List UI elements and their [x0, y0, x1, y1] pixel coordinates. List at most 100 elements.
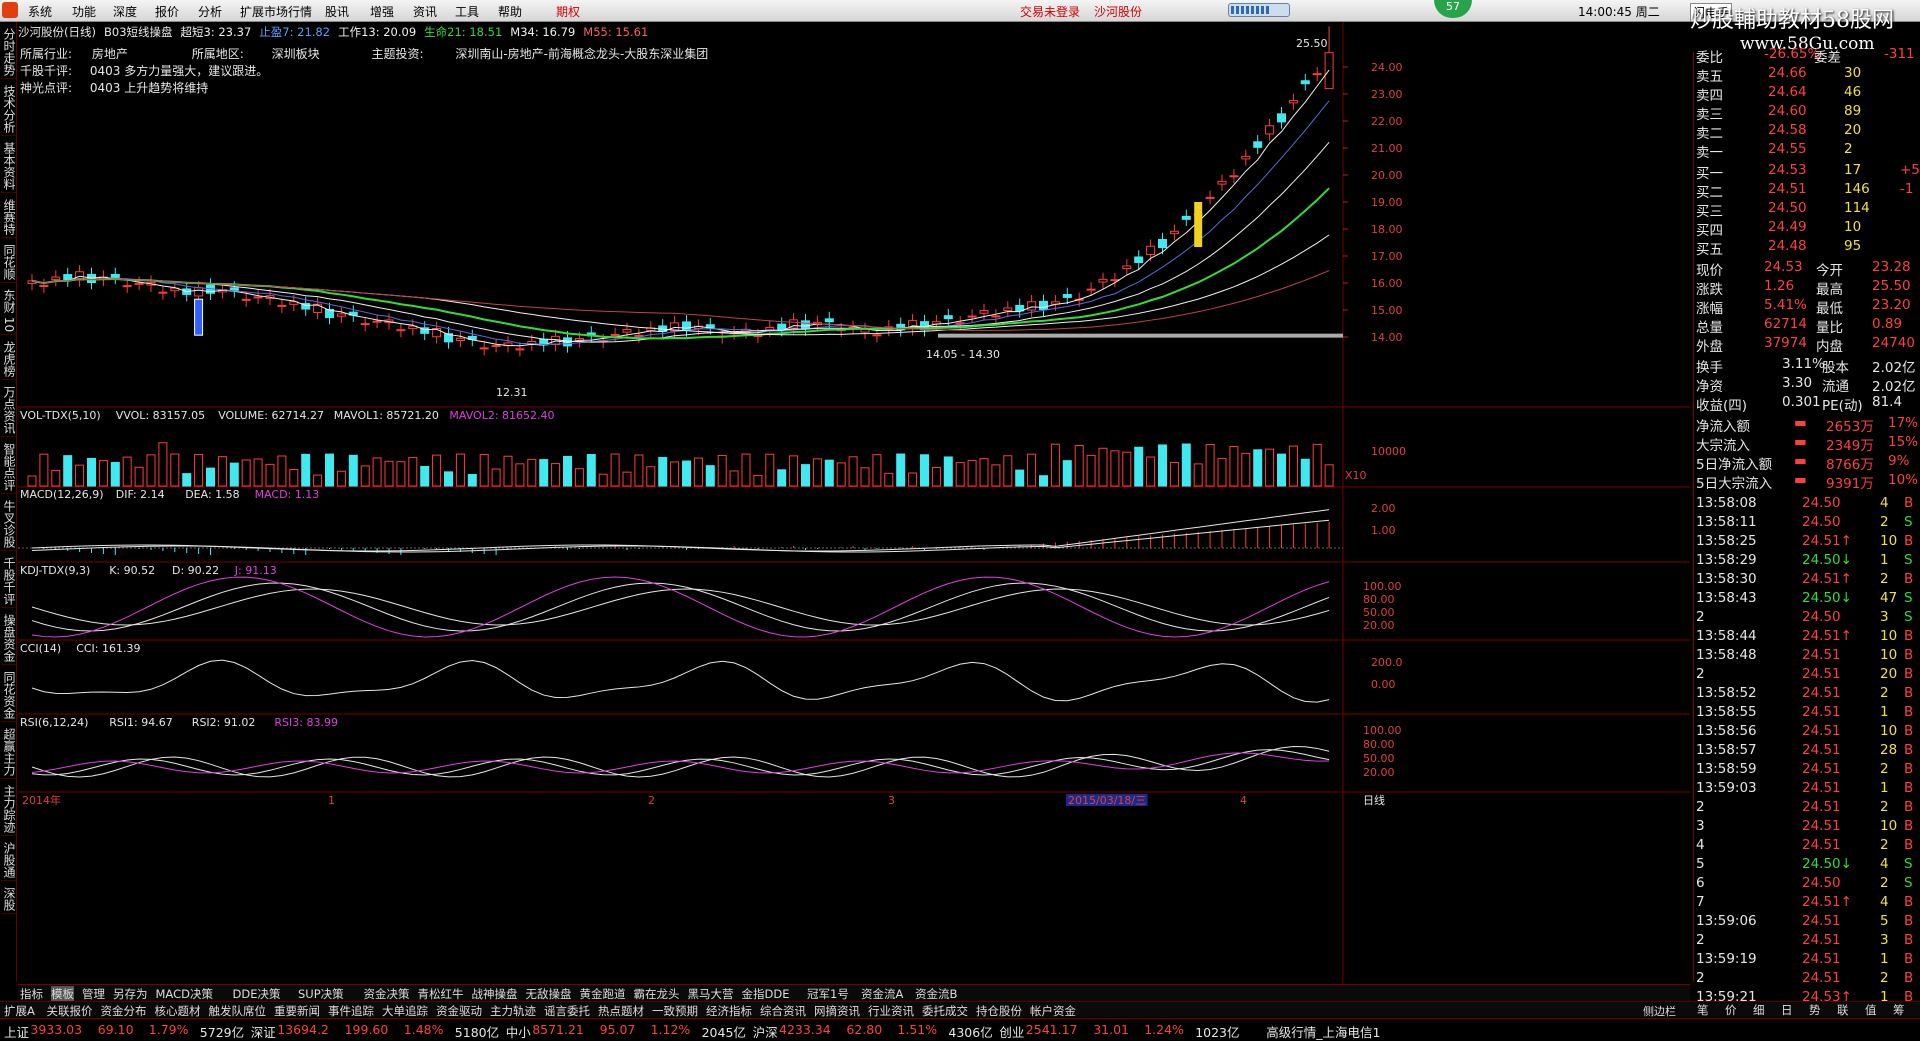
- extension-tab-6[interactable]: 事件追踪: [328, 1003, 374, 1019]
- indicator-tab-3[interactable]: 另存为: [113, 986, 148, 1002]
- extension-tab-11[interactable]: 热点题材: [598, 1003, 644, 1019]
- menu-options[interactable]: 期权: [556, 3, 580, 20]
- quote-side-tab-2[interactable]: 细: [1753, 1002, 1765, 1018]
- kline-chart[interactable]: 24.0023.0022.0021.0020.0019.0018.0017.00…: [18, 22, 1690, 986]
- indicator-tab-16[interactable]: 资金流A: [861, 986, 903, 1002]
- indicator-tab-8[interactable]: 青松红牛: [418, 986, 464, 1002]
- fund-flow-row: 净流入额 ▬ 2653万 17%: [1694, 415, 1920, 435]
- macd-title-2: DEA: 1.58: [185, 488, 239, 501]
- tick-time: 13:59:19: [1696, 951, 1757, 967]
- indicator-tab-12[interactable]: 霸在龙头: [634, 986, 680, 1002]
- left-tab-13[interactable]: 超赢主力: [1, 726, 18, 780]
- quote-side-tab-0[interactable]: 笔: [1697, 1002, 1709, 1018]
- quote-side-tab-6[interactable]: 值: [1865, 1002, 1877, 1018]
- flow-bar-icon: ▬: [1794, 434, 1807, 450]
- extension-tab-7[interactable]: 大单追踪: [382, 1003, 428, 1019]
- extension-tab-13[interactable]: 经济指标: [706, 1003, 752, 1019]
- indicator-tab-5[interactable]: DDE决策: [233, 986, 281, 1002]
- left-tab-7[interactable]: 万点资讯: [1, 384, 18, 438]
- ma-line-55: [31, 270, 1330, 331]
- left-tab-14[interactable]: 主力踪迹: [1, 783, 18, 837]
- indicator-tab-2[interactable]: 管理: [82, 986, 105, 1002]
- candle: [1003, 301, 1013, 318]
- indicator-tab-13[interactable]: 黑马大营: [688, 986, 734, 1002]
- quote-side-tab-5[interactable]: 联: [1837, 1002, 1849, 1018]
- extension-tab-4[interactable]: 触发队席位: [209, 1003, 267, 1019]
- menu-function[interactable]: 功能: [72, 3, 96, 20]
- indicator-tab-1[interactable]: 模板: [51, 986, 74, 1002]
- menu-info[interactable]: 资讯: [413, 3, 437, 20]
- indicator-tab-15[interactable]: 冠军1号: [807, 986, 849, 1002]
- left-tab-16[interactable]: 深股: [1, 885, 18, 915]
- extension-tab-0[interactable]: 扩展A: [4, 1003, 35, 1019]
- flow-bar-icon: ▬: [1794, 472, 1807, 488]
- indicator-tab-14[interactable]: 金指DDE: [742, 986, 790, 1002]
- tick-volume: 1: [1880, 704, 1889, 720]
- status-item-19: 4306亿: [948, 1025, 993, 1040]
- volume-bar: [1277, 453, 1286, 487]
- extension-tab-16[interactable]: 行业资讯: [868, 1003, 914, 1019]
- tick-side: B: [1904, 799, 1914, 815]
- quote-side-tab-7[interactable]: 筹: [1893, 1002, 1905, 1018]
- quote-side-tab-1[interactable]: 价: [1725, 1002, 1737, 1018]
- extension-tab-9[interactable]: 主力轨迹: [490, 1003, 536, 1019]
- sidebar-toggle[interactable]: 侧边栏: [1643, 1003, 1676, 1019]
- left-tab-1[interactable]: 技术分析: [1, 83, 18, 136]
- extension-tab-3[interactable]: 核心题材: [155, 1003, 201, 1019]
- stat-row: 涨跌 1.26 最高 25.50: [1694, 278, 1920, 298]
- menu-quote[interactable]: 报价: [155, 3, 179, 20]
- left-tab-5[interactable]: 东财 10: [1, 287, 18, 336]
- extension-tab-2[interactable]: 资金分布: [101, 1003, 147, 1019]
- extension-tab-5[interactable]: 重要新闻: [274, 1003, 320, 1019]
- extension-tab-17[interactable]: 委托成交: [922, 1003, 968, 1019]
- quote-side-tab-4[interactable]: 势: [1809, 1002, 1821, 1018]
- buy-volume: 146: [1844, 181, 1870, 197]
- indicator-tab-10[interactable]: 无敌操盘: [526, 986, 572, 1002]
- indicator-tab-17[interactable]: 资金流B: [915, 986, 957, 1002]
- volume-bar: [943, 456, 953, 487]
- indicator-name: B03短线操盘: [103, 25, 173, 39]
- indicator-tab-11[interactable]: 黄金跑道: [580, 986, 626, 1002]
- quote-side-tab-3[interactable]: 日: [1781, 1002, 1793, 1018]
- volume-bar: [1205, 444, 1215, 487]
- left-tab-15[interactable]: 沪股通: [1, 840, 18, 882]
- connection-badge[interactable]: 57: [1434, 0, 1472, 18]
- menu-stock-news[interactable]: 股讯: [325, 3, 349, 20]
- left-tab-4[interactable]: 同花顺: [1, 242, 18, 283]
- volume-bar: [931, 467, 941, 487]
- extension-tab-18[interactable]: 持仓股份: [976, 1003, 1022, 1019]
- buy-level-row: 买二 24.51 146 -1: [1694, 181, 1920, 201]
- trade-login-notice[interactable]: 交易未登录: [1020, 3, 1080, 20]
- indicator-tab-9[interactable]: 战神操盘: [472, 986, 518, 1002]
- menu-analysis[interactable]: 分析: [198, 3, 222, 20]
- extension-tab-1[interactable]: 关联报价: [47, 1003, 93, 1019]
- left-tab-10[interactable]: 千股千评: [1, 555, 18, 609]
- left-tab-6[interactable]: 龙虎榜: [1, 339, 18, 381]
- menu-enhance[interactable]: 增强: [370, 3, 394, 20]
- extension-tab-10[interactable]: 谣言委托: [544, 1003, 590, 1019]
- extension-tab-12[interactable]: 一致预期: [652, 1003, 698, 1019]
- menu-system[interactable]: 系统: [28, 3, 52, 20]
- indicator-tab-6[interactable]: SUP决策: [298, 986, 344, 1002]
- extension-tab-14[interactable]: 综合资讯: [760, 1003, 806, 1019]
- left-tab-9[interactable]: 牛叉诊股: [1, 498, 18, 552]
- extension-tab-19[interactable]: 帐户资金: [1030, 1003, 1076, 1019]
- left-tab-2[interactable]: 基本资料: [1, 140, 18, 193]
- volume-bar: [872, 454, 882, 487]
- menu-help[interactable]: 帮助: [498, 3, 522, 20]
- left-tab-0[interactable]: 分时走势: [1, 26, 18, 79]
- extension-tab-15[interactable]: 网摘资讯: [814, 1003, 860, 1019]
- menu-tools[interactable]: 工具: [455, 3, 479, 20]
- menu-ext-market[interactable]: 扩展市场行情: [240, 3, 312, 20]
- left-tab-12[interactable]: 同花资金: [1, 669, 18, 723]
- indicator-tab-7[interactable]: 资金决策: [364, 986, 410, 1002]
- left-tab-8[interactable]: 智能点评: [1, 441, 18, 495]
- volume-bar: [1074, 445, 1084, 487]
- indicator-tab-4[interactable]: MACD决策: [156, 986, 213, 1002]
- indicator-tab-0[interactable]: 指标: [20, 986, 43, 1002]
- extension-tab-8[interactable]: 资金驱动: [436, 1003, 482, 1019]
- left-tab-11[interactable]: 操盘资金: [1, 612, 18, 666]
- menu-depth[interactable]: 深度: [113, 3, 137, 20]
- volume-bar: [908, 472, 918, 487]
- left-tab-3[interactable]: 维赛特: [1, 197, 18, 238]
